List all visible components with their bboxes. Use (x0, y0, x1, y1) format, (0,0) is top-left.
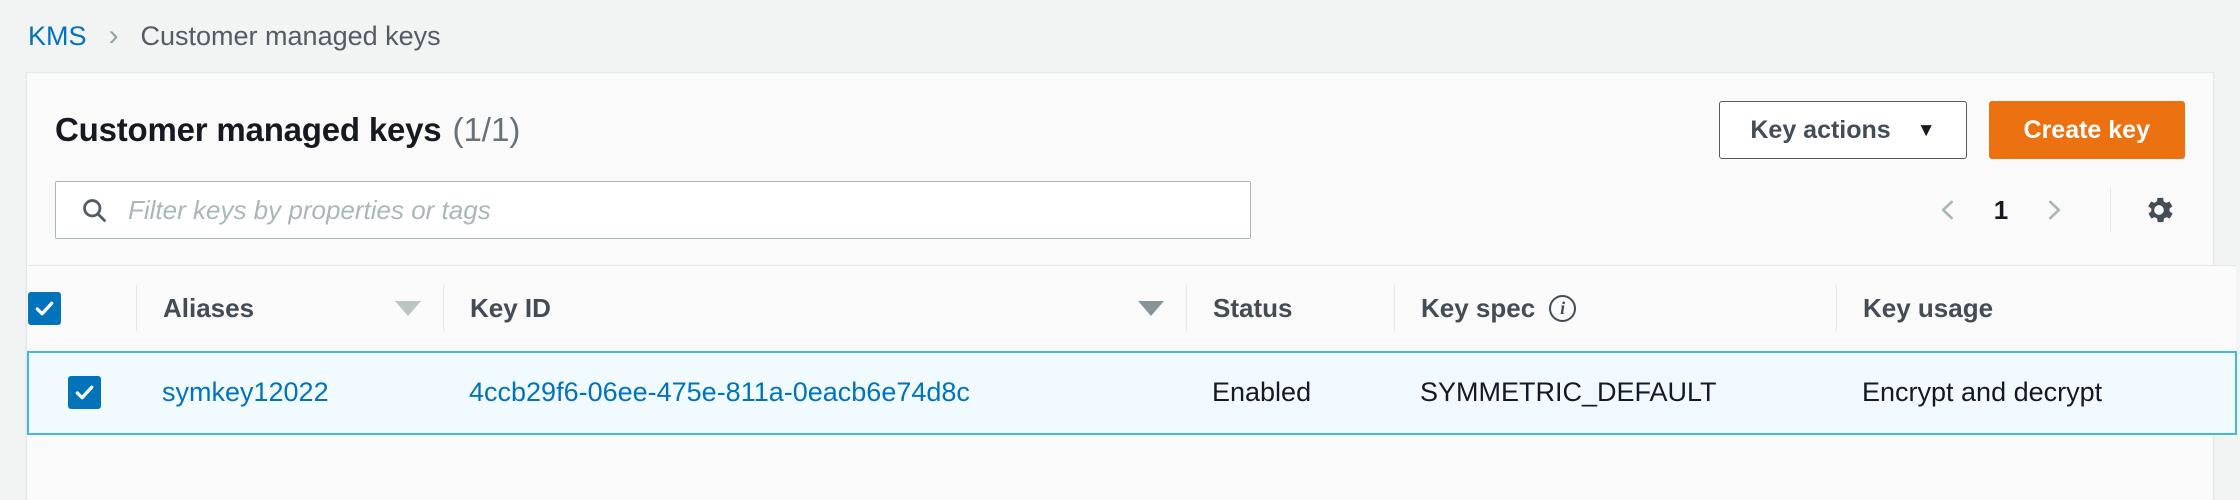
key-actions-label: Key actions (1750, 115, 1891, 144)
key-actions-button[interactable]: Key actions ▼ (1719, 101, 1967, 159)
key-id-link[interactable]: 4ccb29f6-06ee-475e-811a-0eacb6e74d8c (469, 377, 970, 407)
page-title-text: Customer managed keys (55, 111, 442, 148)
breadcrumb: KMS › Customer managed keys (0, 0, 2240, 72)
keys-table: Aliases Key ID Status Key spec i Key usa… (27, 265, 2237, 435)
search-icon (80, 196, 108, 224)
cell-key-spec: SYMMETRIC_DEFAULT (1394, 350, 1836, 435)
search-input[interactable] (128, 182, 1181, 238)
row-checkbox[interactable] (68, 376, 101, 410)
pagination-page-1[interactable]: 1 (1978, 195, 2024, 226)
column-header-key-usage-label: Key usage (1863, 292, 1994, 323)
pagination-divider (2110, 188, 2111, 232)
breadcrumb-link-kms[interactable]: KMS (28, 21, 87, 52)
row-select-cell (27, 350, 136, 435)
filter-row: 1 (27, 159, 2213, 265)
gear-icon[interactable] (2133, 184, 2185, 236)
column-header-key-usage[interactable]: Key usage (1836, 265, 2236, 352)
cell-alias: symkey12022 (136, 350, 443, 435)
table-row[interactable]: symkey12022 4ccb29f6-06ee-475e-811a-0eac… (27, 350, 2237, 435)
sort-descending-icon-key-id[interactable] (1138, 300, 1164, 316)
pagination: 1 (1918, 183, 2185, 237)
create-key-button[interactable]: Create key (1988, 101, 2185, 159)
pagination-previous-button[interactable] (1918, 183, 1978, 237)
pagination-next-button[interactable] (2024, 183, 2084, 237)
panel-header-actions: Key actions ▼ Create key (1719, 101, 2185, 159)
breadcrumb-current-page: Customer managed keys (140, 20, 441, 51)
chevron-down-icon: ▼ (1916, 119, 1936, 141)
page-title-count: (1/1) (452, 111, 521, 148)
column-header-key-spec-label: Key spec (1421, 292, 1536, 323)
column-header-status[interactable]: Status (1186, 265, 1394, 352)
cell-status: Enabled (1186, 350, 1394, 435)
column-header-key-id-label: Key ID (470, 292, 551, 323)
column-header-key-spec[interactable]: Key spec i (1394, 265, 1836, 352)
select-all-header (28, 265, 136, 352)
info-icon[interactable]: i (1549, 294, 1577, 322)
cell-key-usage: Encrypt and decrypt (1836, 350, 2237, 435)
select-all-checkbox[interactable] (28, 292, 61, 326)
customer-managed-keys-panel: Customer managed keys (1/1) Key actions … (26, 72, 2237, 500)
table-header-row: Aliases Key ID Status Key spec i Key usa… (28, 265, 2236, 352)
column-header-key-id[interactable]: Key ID (443, 265, 1186, 352)
page-title: Customer managed keys (1/1) (55, 111, 520, 149)
panel-header: Customer managed keys (1/1) Key actions … (27, 73, 2213, 159)
sort-descending-icon-aliases[interactable] (395, 300, 421, 316)
search-box[interactable] (55, 181, 1251, 239)
column-header-status-label: Status (1213, 292, 1293, 323)
breadcrumb-separator-icon: › (108, 19, 119, 52)
column-header-aliases-label: Aliases (163, 292, 255, 323)
column-header-aliases[interactable]: Aliases (136, 265, 443, 352)
cell-key-id: 4ccb29f6-06ee-475e-811a-0eacb6e74d8c (443, 350, 1186, 435)
alias-link[interactable]: symkey12022 (162, 377, 329, 407)
